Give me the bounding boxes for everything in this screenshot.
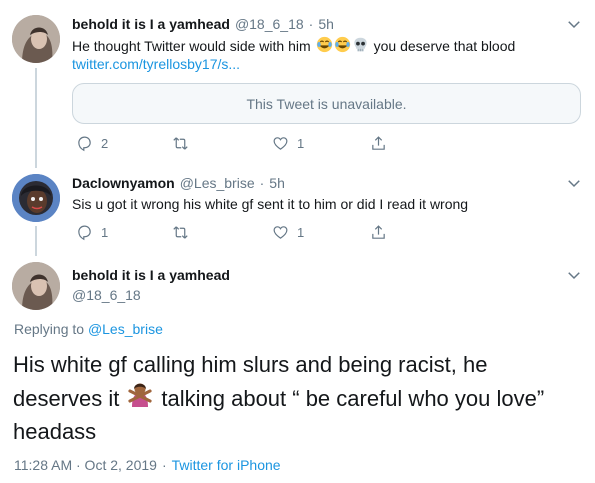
joy-emoji-icon <box>316 36 333 56</box>
tweet-source[interactable]: Twitter for iPhone <box>172 457 281 473</box>
retweet-icon <box>173 137 188 150</box>
handle[interactable]: @18_6_18 <box>235 16 304 32</box>
separator: · <box>308 16 314 32</box>
reply-icon <box>78 136 91 152</box>
replying-label: Replying to <box>14 321 85 337</box>
like-count: 1 <box>297 136 305 151</box>
quoted-tweet-card[interactable]: This Tweet is unavailable. <box>72 83 581 124</box>
reply-button[interactable]: 1 <box>76 224 108 241</box>
like-icon <box>273 226 288 239</box>
tweet-text-line: deserves it talking about “ be careful w… <box>13 381 544 416</box>
reply-icon <box>78 225 91 241</box>
card-text: This Tweet is unavailable. <box>246 95 407 112</box>
reply-count: 2 <box>101 136 109 151</box>
separator: · <box>259 175 265 191</box>
chevron-down-icon[interactable] <box>565 266 583 284</box>
thread-line <box>35 68 37 168</box>
avatar[interactable] <box>12 174 60 222</box>
tweet-text-part: you deserve that blood <box>373 38 516 54</box>
tweet-text-line: His white gf calling him slurs and being… <box>13 352 488 377</box>
like-icon <box>273 137 288 150</box>
retweet-icon <box>173 226 188 239</box>
tweet-text-part: deserves it <box>13 385 120 411</box>
skull-emoji-icon <box>352 36 369 56</box>
tweet-text: He thought Twitter would side with him y… <box>72 36 515 56</box>
reply-count: 1 <box>101 225 109 240</box>
share-icon <box>372 136 385 150</box>
chevron-down-icon[interactable] <box>565 15 583 33</box>
tweet-meta: 11:28 AM · Oct 2, 2019 · Twitter for iPh… <box>14 457 281 473</box>
tweet-link[interactable]: twitter.com/tyrellosby17/s... <box>72 56 240 72</box>
tweet-timestamp[interactable]: 11:28 AM · Oct 2, 2019 <box>14 457 157 473</box>
timestamp[interactable]: 5h <box>269 175 285 191</box>
person-gesturing-no-emoji-icon <box>127 381 153 416</box>
like-button[interactable]: 1 <box>272 135 304 152</box>
joy-emoji-icon <box>334 36 351 56</box>
timestamp[interactable]: 5h <box>318 16 334 32</box>
tweet-text-part: He thought Twitter would side with him <box>72 38 311 54</box>
display-name[interactable]: behold it is I a yamhead <box>72 267 230 283</box>
tweet-text-part: talking about “ be careful who you love” <box>161 385 545 411</box>
retweet-button[interactable] <box>172 224 197 241</box>
share-button[interactable] <box>370 224 387 241</box>
separator: · <box>161 457 167 473</box>
display-name[interactable]: behold it is I a yamhead <box>72 16 230 32</box>
tweet-text-line: headass <box>13 419 97 444</box>
share-icon <box>372 225 385 239</box>
like-button[interactable]: 1 <box>272 224 304 241</box>
handle[interactable]: @18_6_18 <box>72 287 141 303</box>
thread-line <box>35 226 37 256</box>
replying-to: Replying to @Les_brise <box>14 321 163 337</box>
avatar[interactable] <box>12 262 60 310</box>
share-button[interactable] <box>370 135 387 152</box>
replying-handle[interactable]: @Les_brise <box>88 321 163 337</box>
display-name[interactable]: Daclownyamon <box>72 175 175 191</box>
tweet-text: Sis u got it wrong his white gf sent it … <box>72 196 469 212</box>
retweet-button[interactable] <box>172 135 197 152</box>
reply-button[interactable]: 2 <box>76 135 108 152</box>
tweet-text: His white gf calling him slurs and being… <box>13 349 544 448</box>
like-count: 1 <box>297 225 305 240</box>
chevron-down-icon[interactable] <box>565 174 583 192</box>
avatar[interactable] <box>12 15 60 63</box>
handle[interactable]: @Les_brise <box>180 175 255 191</box>
